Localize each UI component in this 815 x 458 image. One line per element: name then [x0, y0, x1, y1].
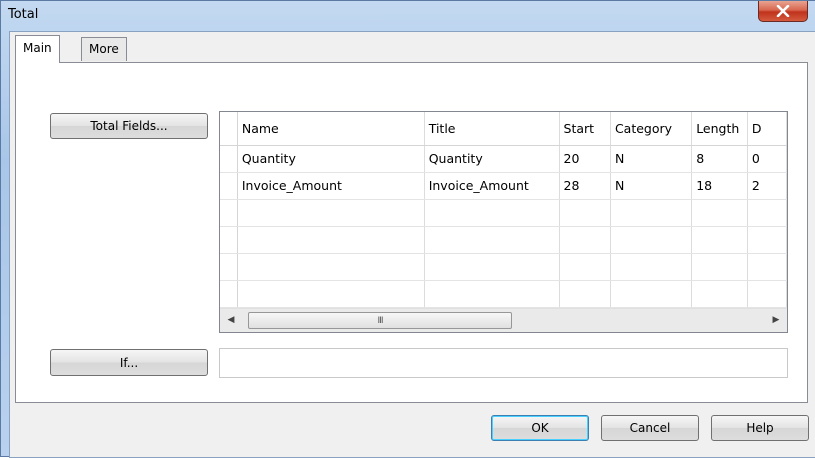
- fields-grid[interactable]: Name Title Start Category Length D Quant…: [219, 111, 788, 333]
- chevron-left-icon: ◀: [227, 315, 235, 325]
- total-fields-label: Total Fields...: [90, 119, 168, 133]
- column-header-title[interactable]: Title: [424, 112, 560, 146]
- table-cell[interactable]: Invoice_Amount: [424, 172, 560, 200]
- scroll-left-button[interactable]: ◀: [224, 312, 238, 328]
- table-row-empty[interactable]: [220, 280, 787, 308]
- tab-more[interactable]: More: [81, 37, 127, 61]
- scroll-grip: III: [377, 315, 384, 326]
- total-fields-button[interactable]: Total Fields...: [50, 113, 208, 139]
- table-cell[interactable]: 20: [559, 145, 611, 173]
- if-button[interactable]: If...: [50, 349, 208, 376]
- if-condition-field[interactable]: [219, 348, 788, 378]
- tab-main-label: Main: [23, 41, 52, 55]
- table-header-row: Name Title Start Category Length D: [220, 112, 787, 146]
- close-button[interactable]: [758, 1, 808, 22]
- table-cell[interactable]: Quantity: [237, 145, 425, 173]
- help-label: Help: [746, 421, 774, 435]
- cancel-label: Cancel: [629, 421, 671, 435]
- row-header[interactable]: [220, 172, 238, 200]
- column-header-d[interactable]: D: [747, 112, 787, 146]
- table-cell[interactable]: 28: [559, 172, 611, 200]
- table-cell[interactable]: Invoice_Amount: [237, 172, 425, 200]
- row-header-corner: [220, 112, 238, 146]
- ok-button[interactable]: OK: [491, 415, 589, 441]
- help-button[interactable]: Help: [711, 415, 809, 441]
- table-cell[interactable]: Quantity: [424, 145, 560, 173]
- table-row-empty[interactable]: [220, 226, 787, 254]
- row-header[interactable]: [220, 145, 238, 173]
- close-icon: [776, 5, 790, 17]
- scroll-thumb[interactable]: III: [248, 312, 512, 329]
- tab-more-label: More: [89, 42, 119, 56]
- table-cell[interactable]: N: [610, 172, 693, 200]
- table-cell[interactable]: 2: [747, 172, 787, 200]
- table-row-empty[interactable]: [220, 199, 787, 227]
- column-header-start[interactable]: Start: [559, 112, 611, 146]
- ok-label: OK: [531, 421, 549, 435]
- scroll-right-button[interactable]: ▶: [769, 312, 783, 328]
- chevron-right-icon: ▶: [772, 315, 780, 325]
- table-cell[interactable]: 0: [747, 145, 787, 173]
- table-cell[interactable]: 18: [691, 172, 748, 200]
- column-header-name[interactable]: Name: [237, 112, 425, 146]
- cancel-button[interactable]: Cancel: [601, 415, 699, 441]
- title-bar[interactable]: Total: [1, 1, 815, 31]
- dialog-window: Total Main More Total Fields... Name Tit…: [0, 0, 815, 458]
- column-header-category[interactable]: Category: [610, 112, 693, 146]
- tab-main[interactable]: Main: [15, 35, 60, 63]
- window-title: Total: [8, 7, 39, 22]
- table-row-empty[interactable]: [220, 253, 787, 281]
- table-cell[interactable]: 8: [691, 145, 748, 173]
- horizontal-scrollbar[interactable]: ◀ III ▶: [220, 308, 787, 332]
- table-row[interactable]: Invoice_Amount Invoice_Amount 28 N 18 2: [220, 172, 787, 200]
- fields-table: Name Title Start Category Length D Quant…: [220, 112, 787, 308]
- column-header-length[interactable]: Length: [691, 112, 748, 146]
- table-row[interactable]: Quantity Quantity 20 N 8 0: [220, 145, 787, 173]
- if-button-label: If...: [119, 355, 139, 370]
- table-cell[interactable]: N: [610, 145, 693, 173]
